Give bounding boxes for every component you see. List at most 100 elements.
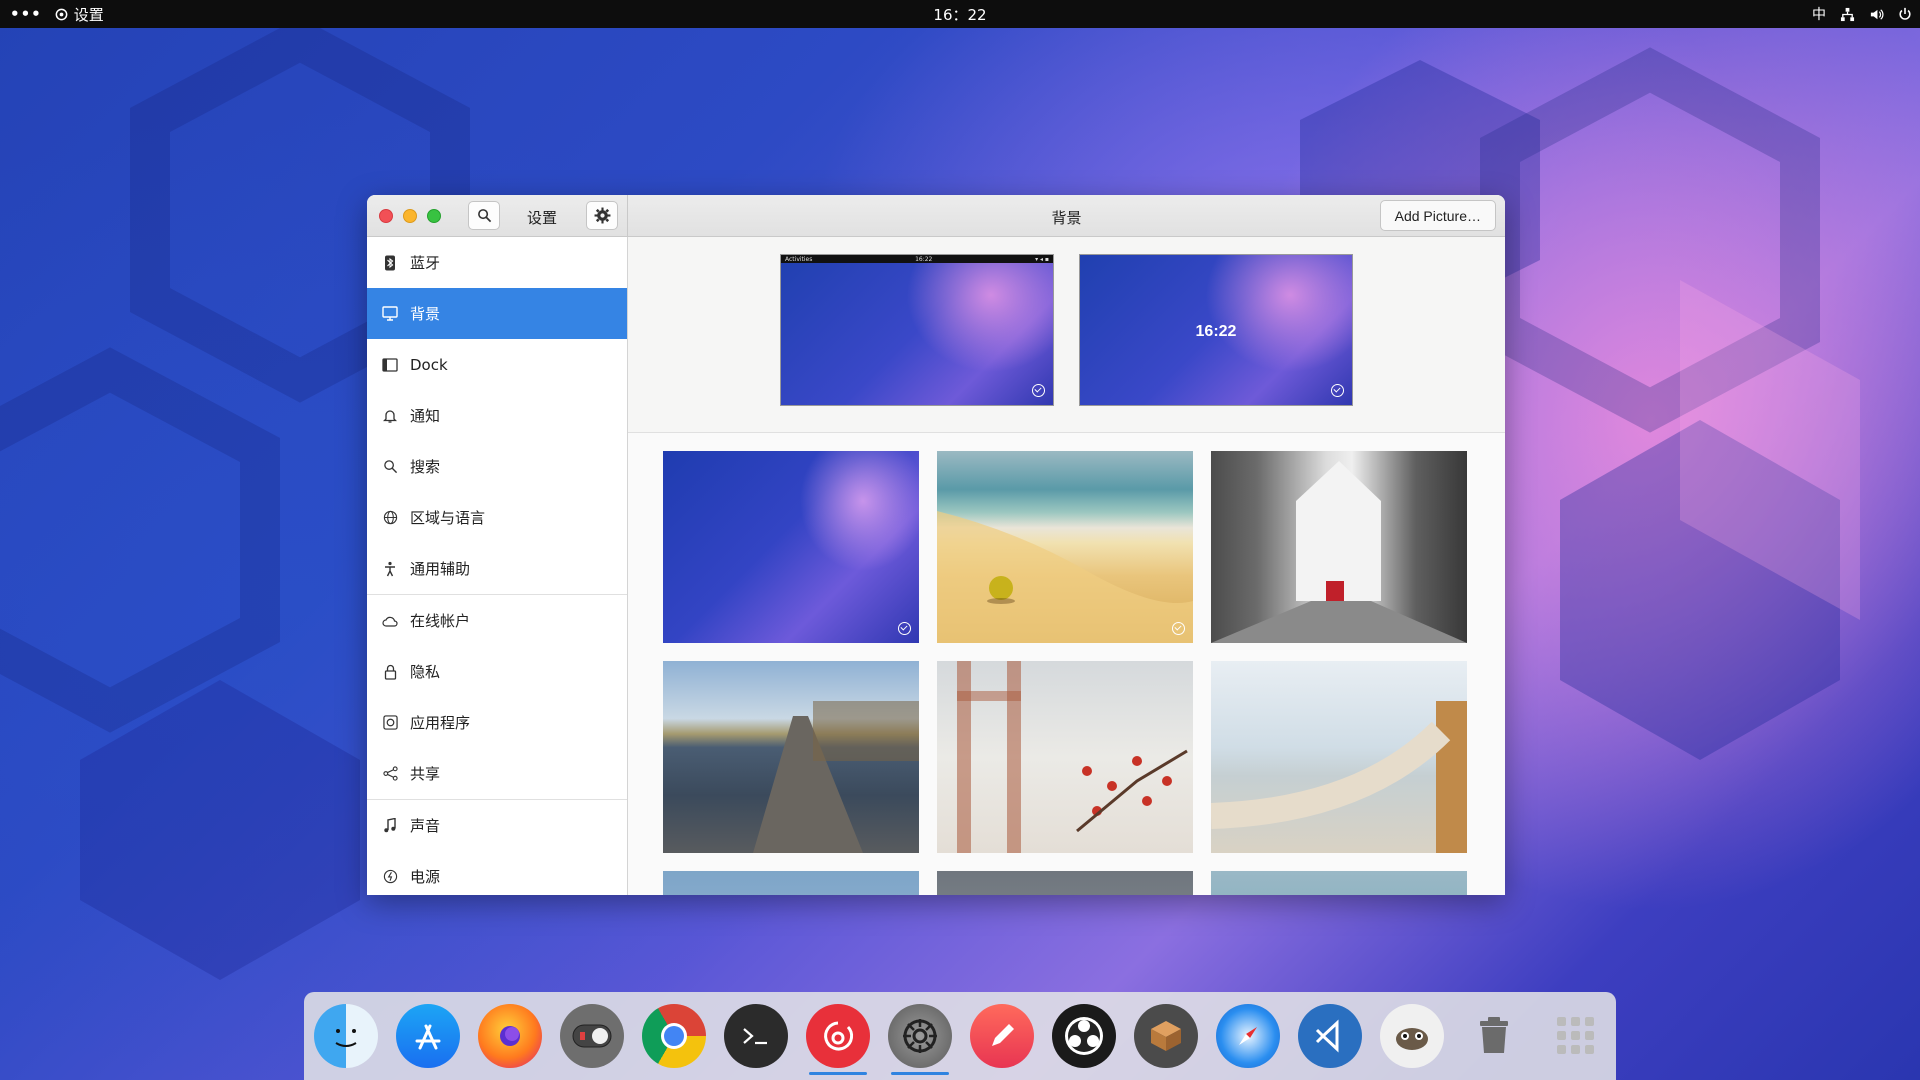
wallpaper-bridge-art xyxy=(957,661,1188,853)
sidebar-item-label: 共享 xyxy=(410,765,441,783)
toggle-icon[interactable] xyxy=(560,1004,624,1068)
cloud-icon xyxy=(382,613,398,629)
running-indicator xyxy=(809,1072,867,1075)
volume-icon[interactable] xyxy=(1869,7,1884,22)
running-indicator xyxy=(891,1072,949,1075)
background-content: Activities 16:22 ▾ ◂ ▪ 16:22 xyxy=(628,237,1505,895)
dock-icon xyxy=(382,357,398,373)
package-icon[interactable] xyxy=(1134,1004,1198,1068)
wallpaper-thumbnail[interactable] xyxy=(1211,451,1467,643)
sidebar-item-background[interactable]: 背景 xyxy=(367,288,627,339)
wallpaper-thumbnail[interactable] xyxy=(1211,661,1467,853)
netease-music-icon[interactable] xyxy=(806,1004,870,1068)
sidebar-item-label: 蓝牙 xyxy=(410,254,441,272)
power-icon[interactable] xyxy=(1898,7,1912,21)
preview-status-icons: ▾ ◂ ▪ xyxy=(1035,255,1049,263)
sidebar-item-label: 电源 xyxy=(410,868,441,886)
close-button[interactable] xyxy=(379,209,393,223)
sidebar-item-online-accounts[interactable]: 在线帐户 xyxy=(367,595,627,646)
app-grid-icon[interactable] xyxy=(1544,1004,1608,1068)
wallpaper-thumbnail[interactable] xyxy=(937,871,1193,895)
sidebar-item-sharing[interactable]: 共享 xyxy=(367,748,627,799)
gear-icon xyxy=(594,207,610,224)
sidebar-item-label: 应用程序 xyxy=(410,714,471,732)
app-menu[interactable]: 设置 xyxy=(54,4,104,25)
search-button[interactable] xyxy=(468,201,500,230)
header-bar: 设置 背景 Add Picture… xyxy=(367,195,1505,237)
settings-icon[interactable] xyxy=(888,1004,952,1068)
vscode-icon[interactable] xyxy=(1298,1004,1362,1068)
settings-window: 设置 背景 Add Picture… 蓝牙 背景 Dock 通知 搜索 区域与语… xyxy=(367,195,1505,895)
sidebar-title: 设置 xyxy=(527,209,558,227)
wallpaper-thumbnail[interactable] xyxy=(663,451,919,643)
maximize-button[interactable] xyxy=(427,209,441,223)
bluetooth-icon xyxy=(382,255,398,271)
sidebar-item-notifications[interactable]: 通知 xyxy=(367,390,627,441)
checkmark-icon xyxy=(898,622,911,635)
sidebar-item-dock[interactable]: Dock xyxy=(367,339,627,390)
wallpaper-thumbnail[interactable] xyxy=(663,871,919,895)
sidebar: 蓝牙 背景 Dock 通知 搜索 区域与语言 通用辅助 在线帐户 隐私 应用程序… xyxy=(367,237,628,895)
checkmark-icon xyxy=(1032,384,1045,397)
search-icon xyxy=(477,209,491,223)
wallpaper-thumbnail[interactable] xyxy=(937,451,1193,643)
trash-icon[interactable] xyxy=(1462,1004,1526,1068)
sidebar-item-search[interactable]: 搜索 xyxy=(367,441,627,492)
music-icon xyxy=(382,817,398,834)
sidebar-item-label: Dock xyxy=(410,355,448,374)
wallpaper-beach-art xyxy=(937,511,1193,643)
wallpaper-rope-art xyxy=(1211,701,1467,853)
sidebar-item-label: 搜索 xyxy=(410,458,441,476)
pencil-icon[interactable] xyxy=(970,1004,1034,1068)
sidebar-item-bluetooth[interactable]: 蓝牙 xyxy=(367,237,627,288)
power-icon xyxy=(382,869,398,885)
gimp-icon[interactable] xyxy=(1380,1004,1444,1068)
sidebar-item-label: 在线帐户 xyxy=(410,612,471,630)
sidebar-item-sound[interactable]: 声音 xyxy=(367,800,627,851)
wallpaper-thumbnail[interactable] xyxy=(663,661,919,853)
firefox-icon[interactable] xyxy=(478,1004,542,1068)
wallpaper-thumbnail[interactable] xyxy=(1211,871,1467,895)
accessibility-icon xyxy=(382,561,398,577)
dock xyxy=(304,992,1616,1080)
add-picture-button[interactable]: Add Picture… xyxy=(1379,200,1496,231)
app-store-icon[interactable] xyxy=(396,1004,460,1068)
gear-icon xyxy=(55,8,68,20)
clock[interactable]: 16：22 xyxy=(933,4,986,25)
finder-icon[interactable] xyxy=(314,1004,378,1068)
sidebar-item-privacy[interactable]: 隐私 xyxy=(367,646,627,697)
desktop-background-preview[interactable]: Activities 16:22 ▾ ◂ ▪ xyxy=(780,254,1054,406)
wallpaper-thumbnail[interactable] xyxy=(937,661,1193,853)
terminal-icon[interactable] xyxy=(724,1004,788,1068)
sidebar-item-label: 背景 xyxy=(410,305,441,323)
display-icon xyxy=(382,306,398,322)
lock-screen-preview[interactable]: 16:22 xyxy=(1079,254,1353,406)
lock-screen-clock: 16:22 xyxy=(1195,323,1237,340)
bell-icon xyxy=(382,408,398,424)
top-bar: ••• 设置 16：22 中 xyxy=(0,0,1920,28)
wallpaper-street-art xyxy=(1211,461,1467,643)
search-icon xyxy=(382,459,398,475)
checkmark-icon xyxy=(1172,622,1185,635)
safari-icon[interactable] xyxy=(1216,1004,1280,1068)
preview-topbar: Activities 16:22 ▾ ◂ ▪ xyxy=(781,255,1053,263)
apps-icon xyxy=(382,715,398,731)
activities-button[interactable]: ••• xyxy=(10,5,42,23)
share-icon xyxy=(382,766,398,782)
globe-icon xyxy=(382,510,398,526)
app-menu-label: 设置 xyxy=(73,5,104,24)
network-icon[interactable] xyxy=(1840,7,1855,22)
lock-icon xyxy=(382,664,398,680)
sidebar-item-accessibility[interactable]: 通用辅助 xyxy=(367,543,627,594)
sidebar-item-power[interactable]: 电源 xyxy=(367,851,627,895)
sidebar-item-region-language[interactable]: 区域与语言 xyxy=(367,492,627,543)
minimize-button[interactable] xyxy=(403,209,417,223)
wallpaper-pier-art xyxy=(753,701,919,853)
menu-button[interactable] xyxy=(586,201,618,230)
input-method-indicator[interactable]: 中 xyxy=(1812,4,1826,24)
obs-icon[interactable] xyxy=(1052,1004,1116,1068)
sidebar-item-label: 通知 xyxy=(410,407,441,425)
sidebar-item-applications[interactable]: 应用程序 xyxy=(367,697,627,748)
chrome-icon[interactable] xyxy=(642,1004,706,1068)
sidebar-item-label: 通用辅助 xyxy=(410,560,471,578)
